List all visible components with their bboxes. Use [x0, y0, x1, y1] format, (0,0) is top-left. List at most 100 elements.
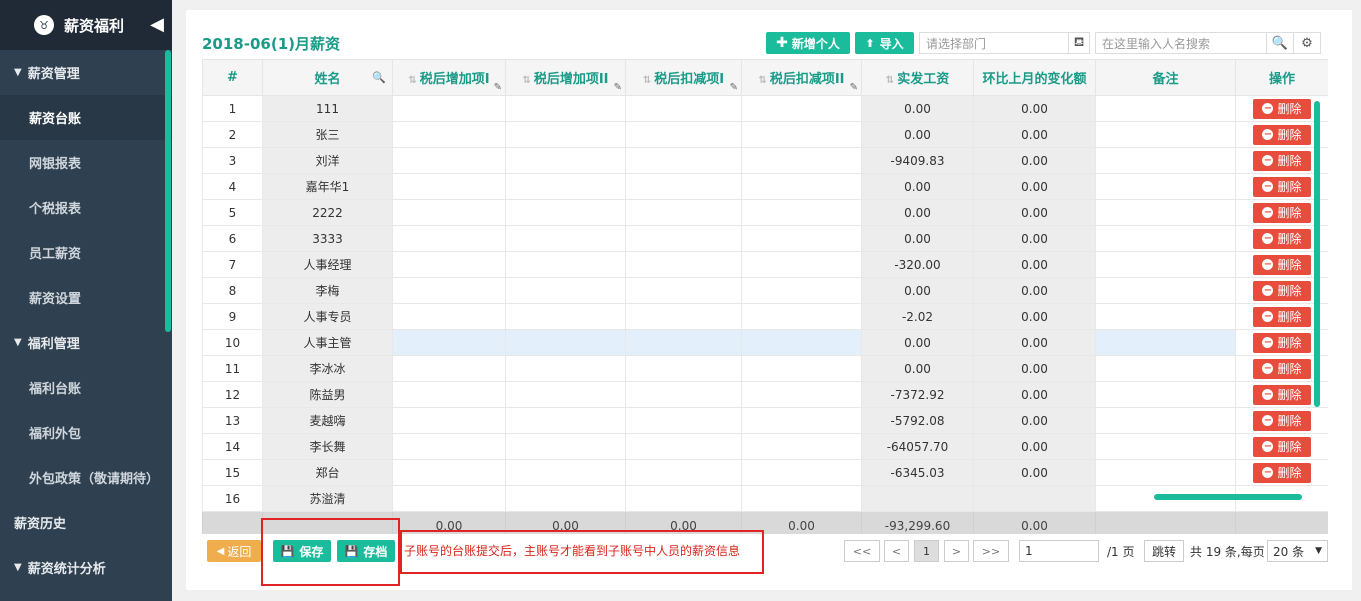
cell-after-tax-add-1[interactable] [392, 355, 506, 382]
delete-button[interactable]: − 删除 [1253, 124, 1311, 145]
cell-after-tax-add-1[interactable] [392, 381, 506, 408]
cell-remark[interactable] [1095, 225, 1236, 252]
table-row[interactable]: 7 人事经理 -320.00 0.00 − 删除 [202, 251, 1328, 278]
back-button[interactable]: ◀ 返回 [207, 540, 261, 562]
cell-remark[interactable] [1095, 95, 1236, 122]
table-row[interactable]: 6 3333 0.00 0.00 − 删除 [202, 225, 1328, 252]
cell-after-tax-add-2[interactable] [505, 173, 626, 200]
cell-after-tax-add-2[interactable] [505, 251, 626, 278]
cell-remark[interactable] [1095, 173, 1236, 200]
cell-after-tax-deduct-1[interactable] [625, 459, 742, 486]
table-horizontal-scrollbar[interactable] [1154, 494, 1302, 500]
cell-after-tax-deduct-2[interactable] [741, 303, 862, 330]
cell-after-tax-deduct-2[interactable] [741, 355, 862, 382]
cell-after-tax-deduct-2[interactable] [741, 95, 862, 122]
cell-after-tax-add-1[interactable] [392, 407, 506, 434]
delete-button[interactable]: − 删除 [1253, 462, 1311, 483]
col-header-after-tax-deduct-2[interactable]: ⇅ 税后扣减项II ✎ [741, 59, 862, 96]
cell-after-tax-add-2[interactable] [505, 277, 626, 304]
table-row[interactable]: 4 嘉年华1 0.00 0.00 − 删除 [202, 173, 1328, 200]
cell-after-tax-deduct-2[interactable] [741, 121, 862, 148]
cell-after-tax-deduct-1[interactable] [625, 407, 742, 434]
gear-icon[interactable]: ⚙ [1293, 32, 1321, 54]
table-row[interactable]: 13 麦越嗨 -5792.08 0.00 − 删除 [202, 407, 1328, 434]
cell-after-tax-add-2[interactable] [505, 381, 626, 408]
cell-after-tax-deduct-1[interactable] [625, 95, 742, 122]
delete-button[interactable]: − 删除 [1253, 280, 1311, 301]
cell-after-tax-add-2[interactable] [505, 407, 626, 434]
cell-remark[interactable] [1095, 121, 1236, 148]
cell-after-tax-deduct-1[interactable] [625, 355, 742, 382]
cell-after-tax-add-2[interactable] [505, 121, 626, 148]
cell-after-tax-add-2[interactable] [505, 355, 626, 382]
delete-button[interactable]: − 删除 [1253, 176, 1311, 197]
prev-page-button[interactable]: < [884, 540, 909, 562]
cell-after-tax-deduct-1[interactable] [625, 303, 742, 330]
cell-remark[interactable] [1095, 303, 1236, 330]
cell-after-tax-add-1[interactable] [392, 199, 506, 226]
edit-icon[interactable]: ✎ [494, 82, 502, 93]
cell-after-tax-deduct-1[interactable] [625, 329, 742, 356]
col-header-after-tax-add-1[interactable]: ⇅ 税后增加项I ✎ [392, 59, 506, 96]
edit-icon[interactable]: ✎ [730, 82, 738, 93]
sidebar-item-outsourcing-policy[interactable]: 外包政策（敬请期待） [0, 455, 172, 500]
cell-after-tax-deduct-2[interactable] [741, 485, 862, 512]
delete-button[interactable]: − 删除 [1253, 332, 1311, 353]
sidebar-item-bank-report[interactable]: 网银报表 [0, 140, 172, 185]
cell-after-tax-add-1[interactable] [392, 225, 506, 252]
cell-after-tax-add-1[interactable] [392, 277, 506, 304]
cell-after-tax-deduct-2[interactable] [741, 199, 862, 226]
last-page-button[interactable]: >> [973, 540, 1009, 562]
cell-after-tax-deduct-2[interactable] [741, 147, 862, 174]
page-size-select[interactable]: 20 条 ▼ [1267, 540, 1328, 562]
cell-remark[interactable] [1095, 199, 1236, 226]
delete-button[interactable]: − 删除 [1253, 384, 1311, 405]
cell-after-tax-deduct-2[interactable] [741, 277, 862, 304]
search-icon[interactable]: 🔍 [1266, 32, 1294, 54]
table-row[interactable]: 2 张三 0.00 0.00 − 删除 [202, 121, 1328, 148]
sidebar-item-employee-salary[interactable]: 员工薪资 [0, 230, 172, 275]
col-header-name[interactable]: 姓名 🔍 [262, 59, 393, 96]
nav-group-salary[interactable]: ▼ 薪资管理 [0, 50, 172, 95]
cell-after-tax-add-2[interactable] [505, 199, 626, 226]
table-row[interactable]: 10 人事主管 0.00 0.00 − 删除 [202, 329, 1328, 356]
col-header-net-pay[interactable]: ⇅ 实发工资 [861, 59, 974, 96]
sidebar-item-salary-ledger[interactable]: 薪资台账 [0, 95, 172, 140]
delete-button[interactable]: − 删除 [1253, 436, 1311, 457]
delete-button[interactable]: − 删除 [1253, 202, 1311, 223]
nav-group-salary-stats[interactable]: ▼ 薪资统计分析 [0, 545, 172, 590]
sidebar-item-welfare-outsourcing[interactable]: 福利外包 [0, 410, 172, 455]
edit-icon[interactable]: ✎ [850, 82, 858, 93]
cell-after-tax-deduct-1[interactable] [625, 199, 742, 226]
department-select[interactable]: 请选择部门 [919, 32, 1069, 54]
department-tree-icon[interactable]: ⛾ [1068, 32, 1090, 54]
import-button[interactable]: ⬆ 导入 [855, 32, 914, 54]
delete-button[interactable]: − 删除 [1253, 98, 1311, 119]
sort-icon[interactable]: ⇅ [643, 75, 651, 86]
cell-after-tax-deduct-2[interactable] [741, 225, 862, 252]
cell-after-tax-deduct-1[interactable] [625, 485, 742, 512]
sidebar-item-welfare-ledger[interactable]: 福利台账 [0, 365, 172, 410]
cell-remark[interactable] [1095, 329, 1236, 356]
nav-group-welfare[interactable]: ▼ 福利管理 [0, 320, 172, 365]
cell-after-tax-add-1[interactable] [392, 485, 506, 512]
table-row[interactable]: 15 郑台 -6345.03 0.00 − 删除 [202, 459, 1328, 486]
cell-after-tax-deduct-2[interactable] [741, 459, 862, 486]
cell-remark[interactable] [1095, 459, 1236, 486]
cell-after-tax-add-1[interactable] [392, 303, 506, 330]
table-row[interactable]: 9 人事专员 -2.02 0.00 − 删除 [202, 303, 1328, 330]
sort-icon[interactable]: ⇅ [758, 75, 766, 86]
add-person-button[interactable]: ✚ 新增个人 [766, 32, 850, 54]
sort-icon[interactable]: ⇅ [408, 75, 416, 86]
page-number-input[interactable]: 1 [1019, 540, 1099, 562]
cell-after-tax-deduct-1[interactable] [625, 381, 742, 408]
cell-after-tax-add-1[interactable] [392, 147, 506, 174]
search-icon[interactable]: 🔍 [372, 71, 386, 84]
edit-icon[interactable]: ✎ [614, 82, 622, 93]
cell-after-tax-deduct-1[interactable] [625, 433, 742, 460]
cell-after-tax-deduct-2[interactable] [741, 407, 862, 434]
cell-after-tax-add-1[interactable] [392, 251, 506, 278]
delete-button[interactable]: − 删除 [1253, 150, 1311, 171]
sort-icon[interactable]: ⇅ [886, 75, 894, 86]
cell-after-tax-add-1[interactable] [392, 459, 506, 486]
